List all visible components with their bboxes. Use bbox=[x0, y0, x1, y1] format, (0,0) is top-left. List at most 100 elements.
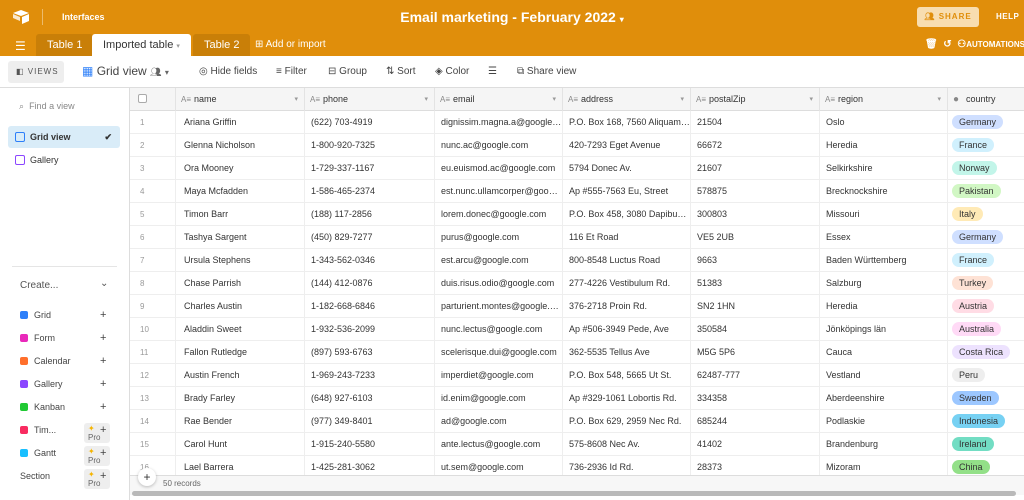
views-toggle[interactable]: ◧ VIEWS bbox=[8, 61, 64, 83]
cell-phone[interactable]: 1-182-668-6846 bbox=[305, 295, 435, 318]
view-switcher[interactable]: ▦ Grid view 👥︎ ▾ bbox=[82, 64, 169, 78]
cell-name[interactable]: Carol Hunt bbox=[176, 433, 305, 456]
cell-phone[interactable]: 1-915-240-5580 bbox=[305, 433, 435, 456]
chevron-down-icon[interactable]: ▾ bbox=[552, 88, 556, 111]
column-header-region[interactable]: A≡ region ▾ bbox=[820, 88, 948, 111]
cell-country[interactable]: Australia bbox=[948, 318, 1024, 341]
cell-address[interactable]: 575-8608 Nec Av. bbox=[563, 433, 691, 456]
cell-phone[interactable]: 1-729-337-1167 bbox=[305, 157, 435, 180]
cell-region[interactable]: Podlaskie bbox=[820, 410, 948, 433]
cell-postalzip[interactable]: 66672 bbox=[691, 134, 820, 157]
cell-phone[interactable]: 1-800-920-7325 bbox=[305, 134, 435, 157]
add-record-button[interactable]: + bbox=[138, 468, 156, 486]
cell-name[interactable]: Ursula Stephens bbox=[176, 249, 305, 272]
create-item-gantt[interactable]: Gantt ✦ Pro + bbox=[20, 446, 110, 466]
cell-postalzip[interactable]: 350584 bbox=[691, 318, 820, 341]
cell-phone[interactable]: (977) 349-8401 bbox=[305, 410, 435, 433]
cell-address[interactable]: 800-8548 Luctus Road bbox=[563, 249, 691, 272]
cell-country[interactable]: Peru bbox=[948, 364, 1024, 387]
cell-phone[interactable]: (450) 829-7277 bbox=[305, 226, 435, 249]
table-row[interactable]: 6 Tashya Sargent (450) 829-7277 purus@googl… bbox=[130, 226, 1024, 249]
cell-region[interactable]: Aberdeenshire bbox=[820, 387, 948, 410]
chevron-down-icon[interactable]: ▾ bbox=[424, 88, 428, 111]
cell-address[interactable]: 362-5535 Tellus Ave bbox=[563, 341, 691, 364]
table-row[interactable]: 4 Maya Mcfadden 1-586-465-2374 est.nunc.ull… bbox=[130, 180, 1024, 203]
cell-address[interactable]: 5794 Donec Av. bbox=[563, 157, 691, 180]
cell-postalzip[interactable]: 21607 bbox=[691, 157, 820, 180]
cell-phone[interactable]: 1-969-243-7233 bbox=[305, 364, 435, 387]
tab-table-1[interactable]: Table 1 bbox=[36, 34, 94, 56]
column-header-country[interactable]: ● country bbox=[948, 88, 1024, 111]
cell-phone[interactable]: (188) 117-2856 bbox=[305, 203, 435, 226]
column-header-name[interactable]: A≡ name ▾ bbox=[176, 88, 305, 111]
chevron-down-icon[interactable]: ▾ bbox=[294, 88, 298, 111]
cell-name[interactable]: Rae Bender bbox=[176, 410, 305, 433]
cell-country[interactable]: Germany bbox=[948, 111, 1024, 134]
cell-region[interactable]: Salzburg bbox=[820, 272, 948, 295]
cell-country[interactable]: Austria bbox=[948, 295, 1024, 318]
cell-postalzip[interactable]: M5G 5P6 bbox=[691, 341, 820, 364]
cell-region[interactable]: Cauca bbox=[820, 341, 948, 364]
cell-postalzip[interactable]: VE5 2UB bbox=[691, 226, 820, 249]
cell-region[interactable]: Brandenburg bbox=[820, 433, 948, 456]
cell-email[interactable]: scelerisque.dui@google.com bbox=[435, 341, 563, 364]
cell-email[interactable]: nunc.lectus@google.com bbox=[435, 318, 563, 341]
cell-phone[interactable]: (897) 593-6763 bbox=[305, 341, 435, 364]
select-all-checkbox[interactable] bbox=[130, 88, 176, 111]
table-row[interactable]: 5 Timon Barr (188) 117-2856 lorem.donec@goo… bbox=[130, 203, 1024, 226]
cell-name[interactable]: Glenna Nicholson bbox=[176, 134, 305, 157]
table-row[interactable]: 9 Charles Austin 1-182-668-6846 parturient.… bbox=[130, 295, 1024, 318]
cell-address[interactable]: Ap #555-7563 Eu, Street bbox=[563, 180, 691, 203]
cell-postalzip[interactable]: 9663 bbox=[691, 249, 820, 272]
cell-address[interactable]: 420-7293 Eget Avenue bbox=[563, 134, 691, 157]
hide-fields-button[interactable]: ◎ Hide fields bbox=[199, 66, 257, 77]
cell-email[interactable]: duis.risus.odio@google.com bbox=[435, 272, 563, 295]
table-row[interactable]: 14 Rae Bender (977) 349-8401 ad@google.com P… bbox=[130, 410, 1024, 433]
cell-country[interactable]: Indonesia bbox=[948, 410, 1024, 433]
cell-country[interactable]: France bbox=[948, 249, 1024, 272]
trash-icon[interactable]: 🗑︎ bbox=[925, 39, 938, 50]
cell-region[interactable]: Heredia bbox=[820, 295, 948, 318]
cell-name[interactable]: Chase Parrish bbox=[176, 272, 305, 295]
cell-name[interactable]: Austin French bbox=[176, 364, 305, 387]
add-or-import-button[interactable]: ⊞ Add or import bbox=[255, 39, 326, 50]
cell-name[interactable]: Ora Mooney bbox=[176, 157, 305, 180]
cell-postalzip[interactable]: 334358 bbox=[691, 387, 820, 410]
cell-region[interactable]: Essex bbox=[820, 226, 948, 249]
cell-name[interactable]: Tashya Sargent bbox=[176, 226, 305, 249]
tab-table-2[interactable]: Table 2 bbox=[193, 34, 251, 56]
cell-name[interactable]: Brady Farley bbox=[176, 387, 305, 410]
cell-region[interactable]: Missouri bbox=[820, 203, 948, 226]
cell-email[interactable]: lorem.donec@google.com bbox=[435, 203, 563, 226]
cell-email[interactable]: est.nunc.ullamcorper@google.com bbox=[435, 180, 563, 203]
cell-postalzip[interactable]: 62487-777 bbox=[691, 364, 820, 387]
cell-email[interactable]: dignissim.magna.a@google.com bbox=[435, 111, 563, 134]
plus-icon[interactable]: + bbox=[100, 309, 106, 321]
plus-icon[interactable]: + bbox=[100, 355, 106, 367]
column-header-email[interactable]: A≡ email ▾ bbox=[435, 88, 563, 111]
cell-name[interactable]: Maya Mcfadden bbox=[176, 180, 305, 203]
cell-region[interactable]: Heredia bbox=[820, 134, 948, 157]
cell-address[interactable]: P.O. Box 458, 3080 Dapibus Rd. bbox=[563, 203, 691, 226]
cell-phone[interactable]: 1-586-465-2374 bbox=[305, 180, 435, 203]
chevron-down-icon[interactable]: ▾ bbox=[680, 88, 684, 111]
cell-email[interactable]: est.arcu@google.com bbox=[435, 249, 563, 272]
chevron-down-icon[interactable]: ▾ bbox=[809, 88, 813, 111]
cell-address[interactable]: P.O. Box 168, 7560 Aliquam Rd. bbox=[563, 111, 691, 134]
table-row[interactable]: 15 Carol Hunt 1-915-240-5580 ante.lectus@go… bbox=[130, 433, 1024, 456]
filter-button[interactable]: ≡ Filter bbox=[276, 66, 307, 77]
plus-icon[interactable]: + bbox=[100, 424, 106, 436]
menu-icon[interactable]: ☰ bbox=[15, 39, 26, 53]
cell-email[interactable]: nunc.ac@google.com bbox=[435, 134, 563, 157]
help-button[interactable]: HELP bbox=[996, 12, 1019, 21]
create-item-form[interactable]: Form + bbox=[20, 332, 110, 349]
group-button[interactable]: ⊟ Group bbox=[328, 66, 367, 77]
plus-icon[interactable]: + bbox=[100, 401, 106, 413]
column-header-phone[interactable]: A≡ phone ▾ bbox=[305, 88, 435, 111]
table-row[interactable]: 2 Glenna Nicholson 1-800-920-7325 nunc.ac@g… bbox=[130, 134, 1024, 157]
cell-phone[interactable]: (622) 703-4919 bbox=[305, 111, 435, 134]
cell-address[interactable]: Ap #506-3949 Pede, Ave bbox=[563, 318, 691, 341]
cell-postalzip[interactable]: 41402 bbox=[691, 433, 820, 456]
row-height-icon[interactable]: ☰ bbox=[488, 66, 497, 77]
cell-name[interactable]: Aladdin Sweet bbox=[176, 318, 305, 341]
